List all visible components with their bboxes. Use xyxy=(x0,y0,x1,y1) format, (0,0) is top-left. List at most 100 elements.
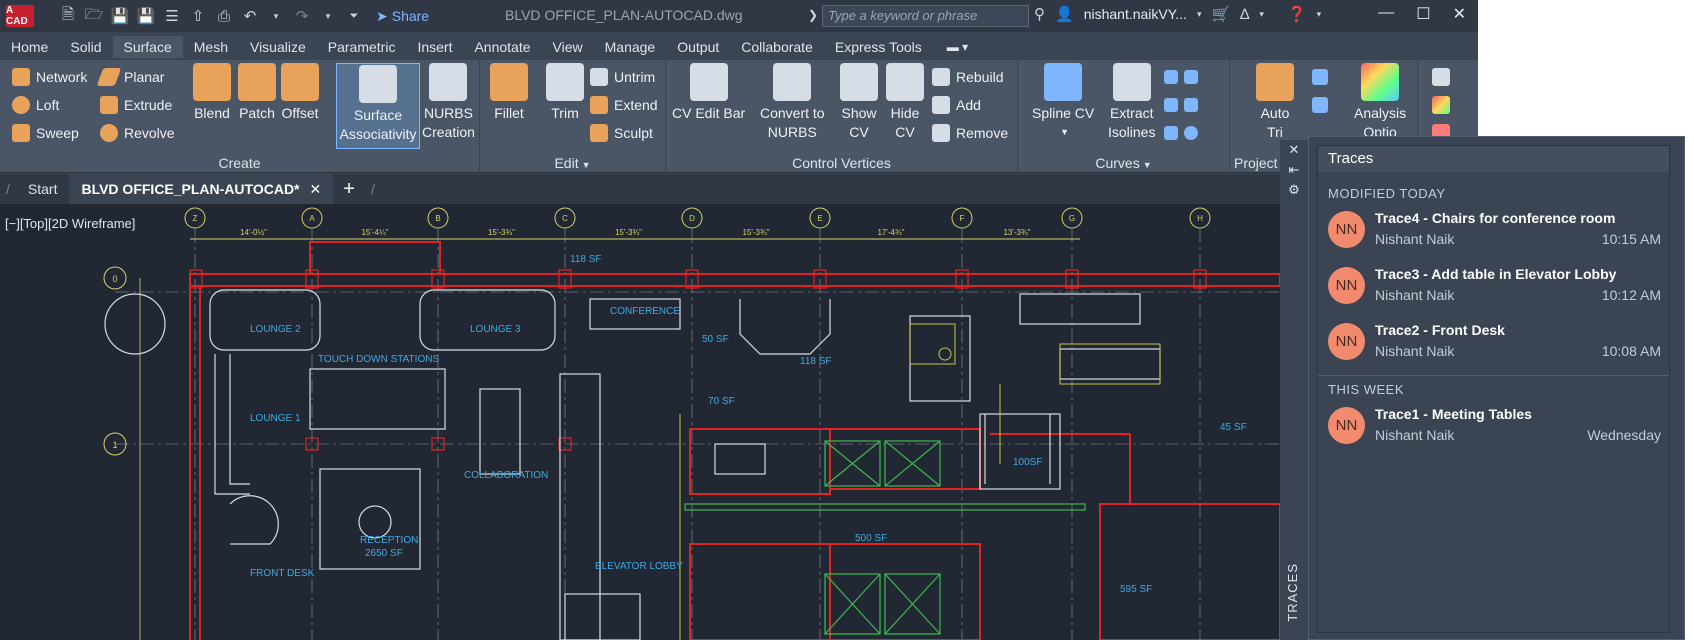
project-tool-2[interactable] xyxy=(1312,94,1328,116)
auto-trim-button[interactable]: Auto Tri xyxy=(1256,63,1294,142)
rebuild-button[interactable]: Rebuild xyxy=(932,66,1003,88)
new-file-icon[interactable]: 🗎 xyxy=(58,6,78,26)
a360-dropdown-icon[interactable]: ▾ xyxy=(1259,9,1264,20)
surface-associativity-button[interactable]: Surface Associativity xyxy=(336,63,420,149)
palette-close-icon[interactable]: ✕ xyxy=(1286,142,1302,158)
nurbs-creation-button[interactable]: NURBS Creation xyxy=(422,63,475,142)
extrude-button[interactable]: Extrude xyxy=(100,94,172,116)
user-dropdown-icon[interactable]: ▾ xyxy=(1197,9,1202,20)
rebuild-icon xyxy=(932,68,950,86)
user-name[interactable]: nishant.naikVY... xyxy=(1084,6,1187,22)
loft-button[interactable]: Loft xyxy=(12,94,59,116)
tab-annotate[interactable]: Annotate xyxy=(463,36,541,58)
share-button[interactable]: ➤ Share xyxy=(376,8,429,25)
project-tool-1[interactable] xyxy=(1312,66,1328,88)
undo-dropdown-icon[interactable]: ▾ xyxy=(266,6,286,26)
edit-panel-title[interactable]: Edit ▼ xyxy=(480,155,665,171)
trace-item[interactable]: NN Trace3 - Add table in Elevator Lobby Ni… xyxy=(1318,257,1669,313)
sculpt-button[interactable]: Sculpt xyxy=(590,122,653,144)
trim-button[interactable]: Trim xyxy=(546,63,584,123)
hide-cv-button[interactable]: Hide CV xyxy=(886,63,924,142)
help-icon[interactable]: ❓ xyxy=(1288,5,1307,23)
new-tab-icon[interactable]: + xyxy=(333,178,365,201)
save-as-icon[interactable]: 💾 xyxy=(136,6,156,26)
redo-dropdown-icon[interactable]: ▾ xyxy=(318,6,338,26)
curvature-analysis-button[interactable] xyxy=(1432,94,1450,116)
sweep-button[interactable]: Sweep xyxy=(12,122,79,144)
search-expand-icon[interactable]: ❯ xyxy=(808,8,818,22)
tab-view[interactable]: View xyxy=(542,36,594,58)
save-icon[interactable]: 💾 xyxy=(110,6,130,26)
viewport-controls[interactable]: [−][Top][2D Wireframe] xyxy=(5,216,135,231)
curve-tool-2[interactable] xyxy=(1164,94,1198,116)
tab-parametric[interactable]: Parametric xyxy=(317,36,407,58)
print-icon[interactable]: ⎙ xyxy=(214,6,234,26)
revolve-button[interactable]: Revolve xyxy=(100,122,175,144)
tab-manage[interactable]: Manage xyxy=(594,36,667,58)
untrim-button[interactable]: Untrim xyxy=(590,66,655,88)
control-vertices-panel-title[interactable]: Control Vertices xyxy=(666,155,1017,171)
undo-icon[interactable]: ↶ xyxy=(240,6,260,26)
autodesk-a360-icon[interactable]: ∆ xyxy=(1240,6,1249,23)
extract-isolines-button[interactable]: Extract Isolines xyxy=(1108,63,1155,142)
tab-mesh[interactable]: Mesh xyxy=(183,36,239,58)
palette-properties-icon[interactable]: ⚙ xyxy=(1286,182,1302,198)
tab-express-tools[interactable]: Express Tools xyxy=(824,36,933,58)
remove-cv-button[interactable]: Remove xyxy=(932,122,1008,144)
fillet-button[interactable]: Fillet xyxy=(490,63,528,123)
cloud-upload-icon[interactable]: ⇧ xyxy=(188,6,208,26)
network-button[interactable]: Network xyxy=(12,66,87,88)
minimize-icon[interactable]: — xyxy=(1378,4,1394,24)
trace-author: Nishant Naik xyxy=(1375,427,1455,443)
create-panel-title[interactable]: Create xyxy=(0,155,479,171)
tab-solid[interactable]: Solid xyxy=(59,36,112,58)
tab-visualize[interactable]: Visualize xyxy=(239,36,317,58)
trace-time: 10:15 AM xyxy=(1601,231,1661,247)
start-tab[interactable]: Start xyxy=(16,174,70,204)
dimension-text: 15'-3¾" xyxy=(742,228,769,237)
web-mobile-icon[interactable]: ☰ xyxy=(162,6,182,26)
palette-title-vertical[interactable]: TRACES xyxy=(1285,563,1300,622)
extend-button[interactable]: Extend xyxy=(590,94,658,116)
tab-home[interactable]: Home xyxy=(0,36,59,58)
customize-qat-icon[interactable]: ⏷ xyxy=(344,6,364,26)
palette-autohide-icon[interactable]: ⇤ xyxy=(1286,162,1302,178)
autocad-logo-icon[interactable]: A CAD xyxy=(6,5,34,27)
close-icon[interactable]: ✕ xyxy=(1453,4,1466,24)
open-folder-icon[interactable]: 🗁 xyxy=(84,6,104,26)
cart-icon[interactable]: 🛒 xyxy=(1211,5,1230,23)
analysis-options-button[interactable]: Analysis Optio xyxy=(1354,63,1406,142)
curve-tool-1[interactable] xyxy=(1164,66,1198,88)
search-icon[interactable]: ⚲ xyxy=(1034,5,1045,23)
cv-edit-bar-button[interactable]: CV Edit Bar xyxy=(672,63,745,123)
show-cv-button[interactable]: Show CV xyxy=(840,63,878,142)
help-dropdown-icon[interactable]: ▾ xyxy=(1317,9,1322,20)
traces-header: Traces xyxy=(1318,146,1669,172)
patch-button[interactable]: Patch xyxy=(238,63,276,123)
add-cv-button[interactable]: Add xyxy=(932,94,981,116)
redo-icon[interactable]: ↷ xyxy=(292,6,312,26)
drawing-canvas[interactable]: [−][Top][2D Wireframe] Z A B C D E F G H 14'-0½"… xyxy=(0,204,1280,640)
trace-item[interactable]: NN Trace4 - Chairs for conference room Nis… xyxy=(1318,201,1669,257)
ribbon-display-toggle-icon[interactable]: ▬ ▾ xyxy=(947,40,968,54)
drawing-tab[interactable]: BLVD OFFICE_PLAN-AUTOCAD* ✕ xyxy=(69,174,334,204)
trace-item[interactable]: NN Trace2 - Front Desk Nishant Naik 10:08 A… xyxy=(1318,313,1669,369)
user-icon[interactable]: 👤 xyxy=(1055,5,1074,23)
planar-button[interactable]: Planar xyxy=(96,66,164,88)
search-input[interactable]: Type a keyword or phrase xyxy=(822,5,1029,27)
blend-button[interactable]: Blend xyxy=(193,63,231,123)
curve-tool-3[interactable] xyxy=(1164,122,1198,144)
maximize-icon[interactable]: ☐ xyxy=(1416,4,1430,24)
spline-cv-button[interactable]: Spline CV ▼ xyxy=(1032,63,1094,142)
tab-collaborate[interactable]: Collaborate xyxy=(730,36,824,58)
tab-insert[interactable]: Insert xyxy=(406,36,463,58)
zebra-analysis-button[interactable] xyxy=(1432,66,1450,88)
avatar: NN xyxy=(1328,267,1365,304)
tab-surface[interactable]: Surface xyxy=(112,36,183,58)
curves-panel-title[interactable]: Curves ▼ xyxy=(1018,155,1229,171)
convert-to-nurbs-button[interactable]: Convert to NURBS xyxy=(760,63,825,142)
tab-output[interactable]: Output xyxy=(666,36,730,58)
trace-item[interactable]: NN Trace1 - Meeting Tables Nishant Naik Wed… xyxy=(1318,397,1669,453)
close-tab-icon[interactable]: ✕ xyxy=(310,181,322,198)
offset-button[interactable]: Offset xyxy=(281,63,319,123)
